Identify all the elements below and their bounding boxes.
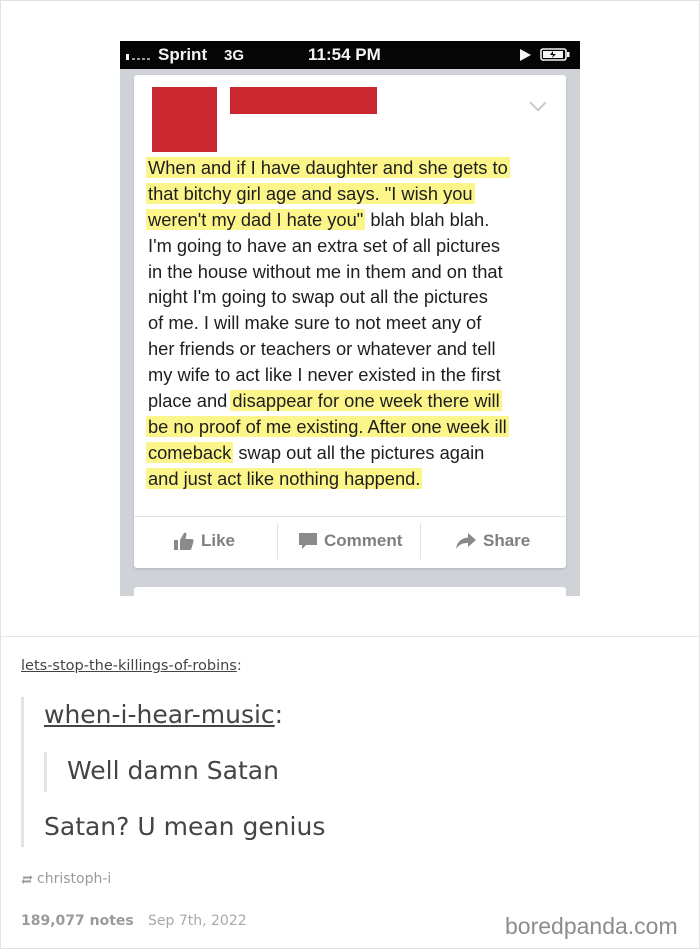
reblog-header-1: lets-stop-the-killings-of-robins: bbox=[21, 658, 242, 674]
post-text: When and if I have daughter and she gets… bbox=[146, 155, 558, 492]
comment-label: Comment bbox=[324, 531, 403, 550]
post-line: and just act like nothing happend. bbox=[146, 466, 558, 492]
like-label: Like bbox=[201, 531, 236, 550]
highlighted-text: be no proof of me existing. After one we… bbox=[146, 415, 509, 437]
post-text-segment: blah blah blah. bbox=[365, 208, 490, 230]
post-line: I'm going to have an extra set of all pi… bbox=[148, 233, 558, 259]
post-text-segment: swap out all the pictures again bbox=[233, 441, 485, 463]
post-text-segment: her friends or teachers or whatever and … bbox=[148, 338, 496, 360]
reblogger-link-1[interactable]: lets-stop-the-killings-of-robins bbox=[21, 658, 237, 674]
post-text-segment: place and bbox=[148, 390, 233, 412]
clock: 11:54 PM bbox=[308, 45, 381, 64]
redacted-avatar bbox=[152, 87, 217, 152]
status-bar: Sprint 3G 11:54 PM bbox=[120, 41, 580, 69]
facebook-post-card: When and if I have daughter and she gets… bbox=[134, 75, 566, 568]
next-post-card bbox=[134, 587, 566, 596]
post-line: of me. I will make sure to not meet any … bbox=[148, 310, 558, 336]
via-user: christoph-i bbox=[37, 871, 112, 887]
post-line: When and if I have daughter and she gets… bbox=[146, 155, 558, 181]
share-button[interactable]: Share bbox=[456, 521, 530, 561]
post-text-segment: I'm going to have an extra set of all pi… bbox=[148, 234, 501, 256]
carrier-label: Sprint bbox=[158, 45, 208, 64]
highlighted-text: When and if I have daughter and she gets… bbox=[146, 157, 510, 178]
notes-count[interactable]: 189,077 notes bbox=[21, 913, 134, 929]
battery-icon bbox=[540, 48, 570, 61]
post-line: her friends or teachers or whatever and … bbox=[148, 336, 558, 362]
comment-button[interactable]: Comment bbox=[299, 521, 402, 561]
colon: : bbox=[236, 658, 242, 674]
reblog-header-2: when-i-hear-music: bbox=[44, 700, 283, 729]
facebook-screenshot: Sprint 3G 11:54 PM When and if I have da… bbox=[120, 41, 580, 596]
post-text-segment: my wife to act like I never existed in t… bbox=[148, 364, 501, 386]
post-line: night I'm going to swap out all the pict… bbox=[148, 284, 558, 310]
reblog-icon bbox=[21, 874, 33, 884]
post-date: Sep 7th, 2022 bbox=[148, 913, 247, 929]
quote-bar-inner bbox=[44, 752, 47, 792]
post-line: be no proof of me existing. After one we… bbox=[146, 414, 558, 440]
post-line: comeback swap out all the pictures again bbox=[146, 440, 558, 466]
highlighted-text: that bitchy girl age and says. "I wish y… bbox=[146, 182, 475, 204]
reblogged-via[interactable]: christoph-i bbox=[21, 871, 111, 887]
watermark: boredpanda.com bbox=[505, 913, 678, 939]
post-line: that bitchy girl age and says. "I wish y… bbox=[146, 181, 558, 207]
signal-icon bbox=[126, 54, 150, 60]
play-icon bbox=[520, 49, 531, 61]
post-text-segment: night I'm going to swap out all the pict… bbox=[148, 286, 488, 308]
share-icon bbox=[456, 533, 476, 549]
quote-bar-outer bbox=[21, 697, 24, 847]
network-label: 3G bbox=[224, 47, 245, 64]
action-separator bbox=[420, 523, 421, 559]
post-line: in the house without me in them and on t… bbox=[148, 259, 558, 285]
comment-icon bbox=[299, 532, 317, 549]
colon: : bbox=[274, 700, 284, 729]
action-divider bbox=[134, 516, 566, 517]
highlighted-text: and just act like nothing happend. bbox=[146, 467, 423, 489]
highlighted-text: comeback bbox=[146, 441, 234, 463]
post-line: weren't my dad I hate you" blah blah bla… bbox=[146, 207, 558, 233]
section-divider bbox=[0, 636, 700, 637]
post-line: my wife to act like I never existed in t… bbox=[148, 362, 558, 388]
like-icon bbox=[174, 532, 194, 550]
like-button[interactable]: Like bbox=[174, 521, 235, 561]
redacted-name bbox=[230, 87, 377, 114]
action-separator bbox=[277, 523, 278, 559]
reblogger-link-2[interactable]: when-i-hear-music bbox=[44, 700, 275, 729]
chevron-down-icon[interactable] bbox=[529, 94, 547, 112]
share-label: Share bbox=[483, 531, 531, 550]
quoted-text: Well damn Satan bbox=[67, 756, 279, 785]
post-line: place and disappear for one week there w… bbox=[148, 388, 558, 414]
post-text-segment: in the house without me in them and on t… bbox=[148, 260, 503, 282]
reply-text: Satan? U mean genius bbox=[44, 812, 326, 841]
post-text-segment: of me. I will make sure to not meet any … bbox=[148, 312, 482, 334]
highlighted-text: disappear for one week there will bbox=[230, 390, 502, 412]
highlighted-text: weren't my dad I hate you" bbox=[146, 208, 366, 230]
